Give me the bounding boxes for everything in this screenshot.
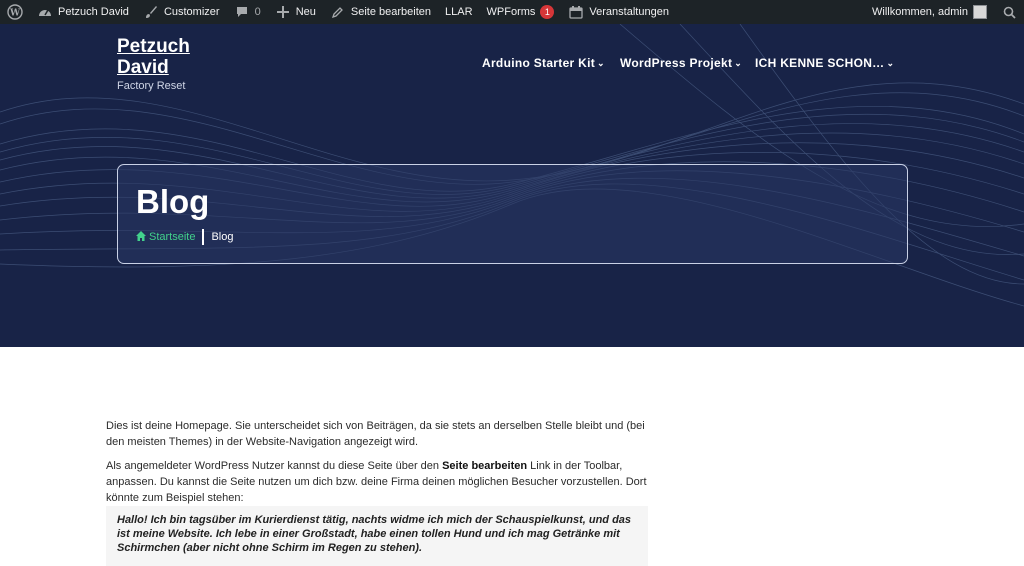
chevron-down-icon: ⌄ [734,57,743,68]
admin-bar: W Petzuch David Customizer 0 Neu Seite b… [0,0,1024,24]
llar-label: LLAR [445,6,473,18]
site-title-line-1: Petzuch [117,36,190,57]
edit-page-label: Seite bearbeiten [350,6,431,18]
comments-link[interactable]: 0 [227,0,268,24]
calendar-icon [568,4,584,20]
breadcrumb: Startseite Blog [136,229,234,245]
chevron-down-icon: ⌄ [886,57,895,68]
home-icon [136,230,146,244]
wordpress-logo-button[interactable]: W [0,0,30,24]
site-name-menu[interactable]: Petzuch David [30,0,136,24]
new-label: Neu [295,6,316,18]
nav-item-ich-kenne-schon[interactable]: ICH KENNE SCHON… ⌄ [755,56,894,70]
page-title: Blog [136,183,210,220]
svg-text:W: W [9,9,21,19]
wpforms-notification-badge: 1 [540,5,555,19]
avatar [973,5,987,19]
example-quote: Hallo! Ich bin tagsüber im Kurierdienst … [106,506,648,566]
site-name-label: Petzuch David [58,6,129,18]
events-menu[interactable]: Veranstaltungen [561,0,676,24]
llar-link[interactable]: LLAR [438,0,480,24]
breadcrumb-home-link[interactable]: Startseite [136,230,196,244]
plus-icon [275,4,291,20]
events-label: Veranstaltungen [589,6,669,18]
wpforms-menu[interactable]: WPForms 1 [480,0,562,24]
content-paragraph-2: Als angemeldeter WordPress Nutzer kannst… [106,458,648,506]
nav-item-label: WordPress Projekt [620,56,733,70]
breadcrumb-current: Blog [211,231,234,243]
page-content: Dies ist deine Homepage. Sie unterscheid… [106,418,648,514]
nav-item-arduino[interactable]: Arduino Starter Kit ⌄ [482,56,605,70]
paintbrush-icon [143,4,159,20]
new-content-menu[interactable]: Neu [268,0,323,24]
breadcrumb-home-label: Startseite [149,231,196,243]
page-title-box: Blog Startseite Blog [117,164,908,264]
site-tagline: Factory Reset [117,80,186,92]
search-icon [1001,4,1017,20]
account-menu[interactable]: Willkommen, admin [865,0,994,24]
page-header-hero: Petzuch David Factory Reset Arduino Star… [0,24,1024,347]
admin-search-button[interactable] [994,0,1024,24]
nav-item-wordpress[interactable]: WordPress Projekt ⌄ [620,56,742,70]
edit-page-link[interactable]: Seite bearbeiten [323,0,438,24]
nav-item-label: ICH KENNE SCHON… [755,56,885,70]
pencil-icon [330,4,346,20]
customizer-label: Customizer [163,6,220,18]
comments-count: 0 [254,6,261,18]
site-title-link[interactable]: Petzuch David [117,36,190,78]
wordpress-icon: W [7,4,23,20]
wpforms-label: WPForms [486,6,536,18]
site-title-line-2: David [117,57,169,78]
paragraph-text: Als angemeldeter WordPress Nutzer kannst… [106,460,443,472]
edit-page-emphasis: Seite bearbeiten [442,460,528,472]
customizer-link[interactable]: Customizer [136,0,227,24]
nav-item-label: Arduino Starter Kit [482,56,596,70]
content-paragraph-1: Dies ist deine Homepage. Sie unterscheid… [106,420,645,448]
breadcrumb-separator [202,229,205,245]
welcome-label: Willkommen, admin [872,6,968,18]
comment-icon [234,4,250,20]
dashboard-icon [37,4,53,20]
chevron-down-icon: ⌄ [597,57,605,68]
